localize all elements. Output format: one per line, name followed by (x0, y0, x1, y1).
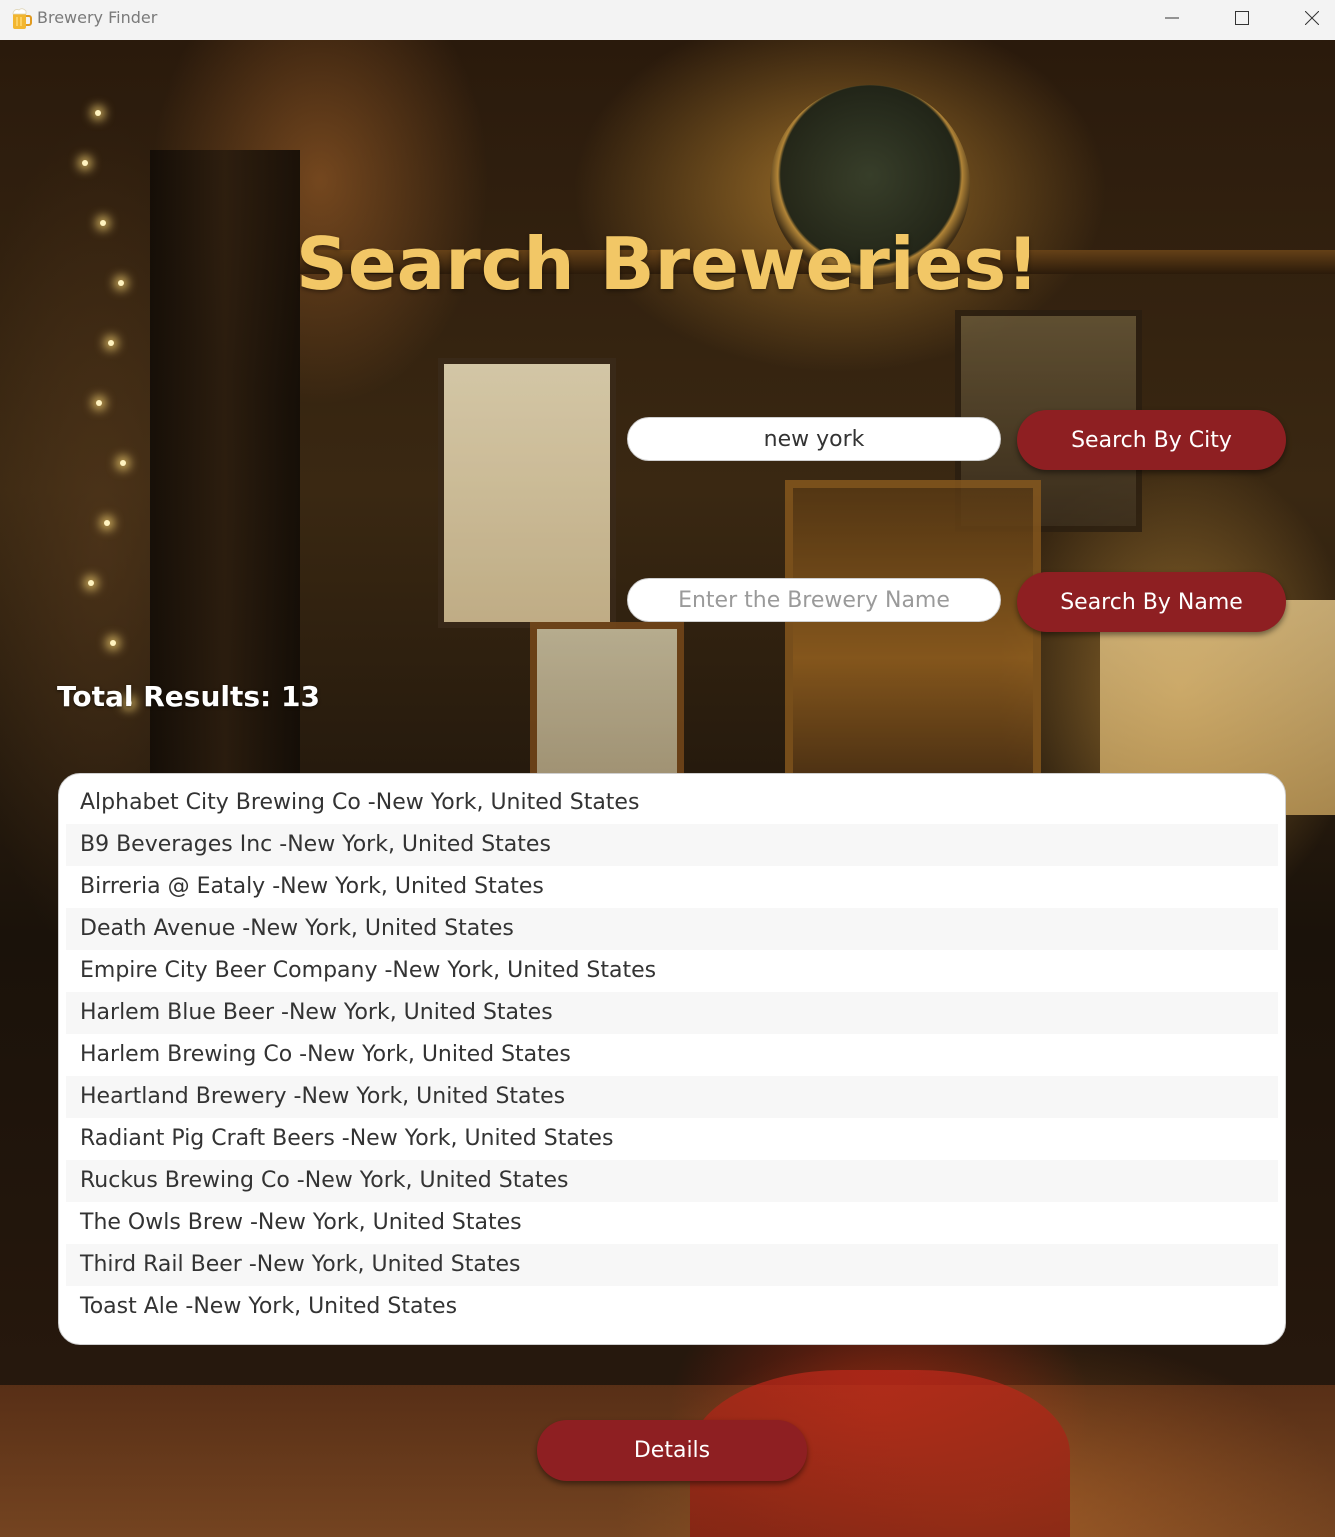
list-item[interactable]: Ruckus Brewing Co -New York, United Stat… (66, 1160, 1278, 1202)
city-search-input[interactable] (627, 417, 1001, 461)
list-item[interactable]: Birreria @ Eataly -New York, United Stat… (66, 866, 1278, 908)
search-by-name-button[interactable]: Search By Name (1017, 572, 1286, 632)
list-item[interactable]: Toast Ale -New York, United States (66, 1286, 1278, 1328)
details-button[interactable]: Details (537, 1420, 807, 1481)
results-list[interactable]: Alphabet City Brewing Co -New York, Unit… (58, 773, 1286, 1345)
brewery-name-input[interactable] (627, 578, 1001, 622)
list-item[interactable]: Radiant Pig Craft Beers -New York, Unite… (66, 1118, 1278, 1160)
list-item[interactable]: The Owls Brew -New York, United States (66, 1202, 1278, 1244)
beer-mug-icon (10, 7, 32, 31)
list-item[interactable]: Alphabet City Brewing Co -New York, Unit… (66, 782, 1278, 824)
app-window: Brewery Finder Search Breweries! new yor… (0, 0, 1335, 1537)
list-item[interactable]: B9 Beverages Inc -New York, United State… (66, 824, 1278, 866)
search-by-city-button[interactable]: Search By City (1017, 410, 1286, 470)
list-item[interactable]: Empire City Beer Company -New York, Unit… (66, 950, 1278, 992)
list-item[interactable]: Harlem Blue Beer -New York, United State… (66, 992, 1278, 1034)
window-title: Brewery Finder (37, 8, 158, 27)
background-frame (438, 358, 616, 628)
total-results-label: Total Results: 13 (57, 680, 320, 713)
list-item[interactable]: Harlem Brewing Co -New York, United Stat… (66, 1034, 1278, 1076)
minimize-icon[interactable] (1149, 0, 1195, 36)
list-item[interactable]: Death Avenue -New York, United States (66, 908, 1278, 950)
maximize-icon[interactable] (1219, 0, 1265, 36)
page-title: Search Breweries! (295, 222, 1040, 306)
list-item[interactable]: Heartland Brewery -New York, United Stat… (66, 1076, 1278, 1118)
title-bar: Brewery Finder (0, 0, 1335, 41)
close-icon[interactable] (1289, 0, 1335, 36)
list-item[interactable]: Third Rail Beer -New York, United States (66, 1244, 1278, 1286)
